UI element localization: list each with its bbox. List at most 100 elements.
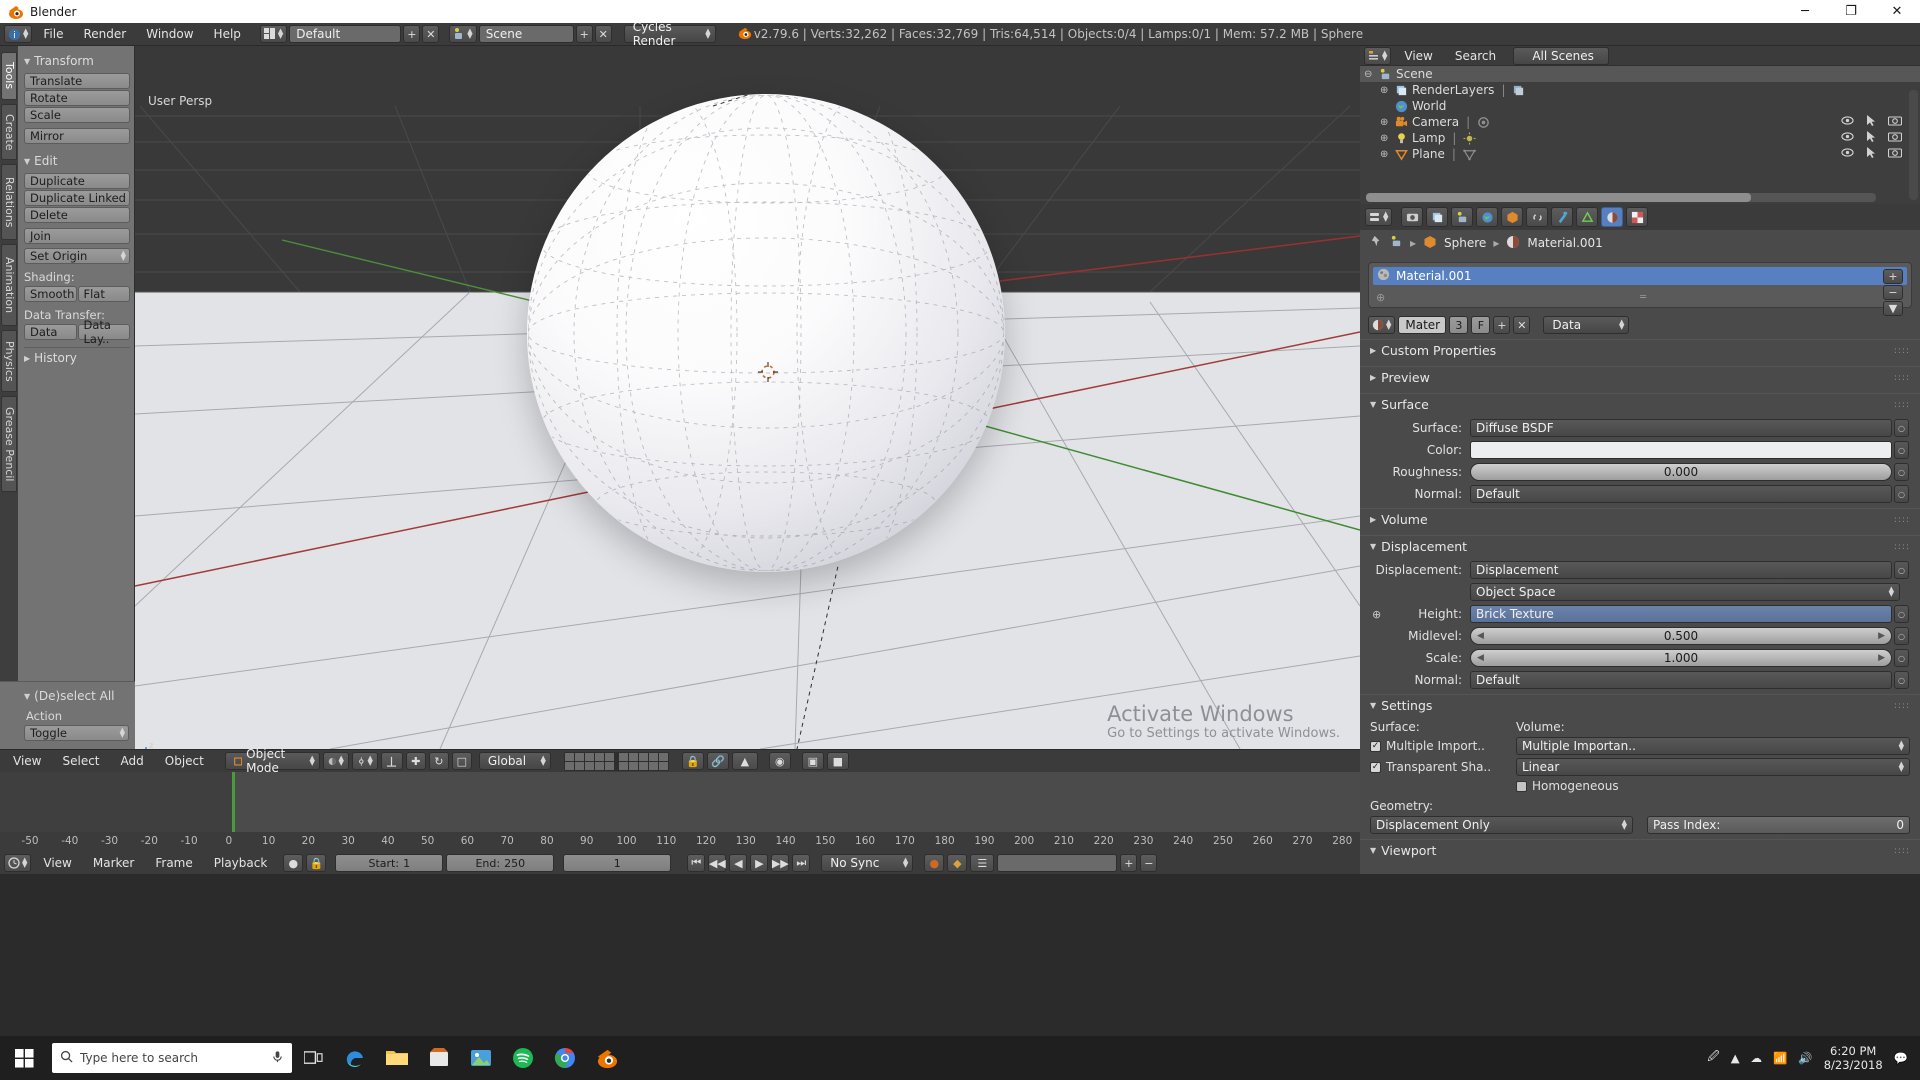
notification-icon[interactable]: 💬 xyxy=(1894,1051,1908,1065)
close-button[interactable]: ✕ xyxy=(1874,0,1920,23)
pass-index-field[interactable]: Pass Index: 0 xyxy=(1647,816,1910,834)
menu-help[interactable]: Help xyxy=(205,25,250,43)
displacement-normal-field[interactable]: Default ○ xyxy=(1470,671,1909,689)
outliner-menu-search[interactable]: Search xyxy=(1446,47,1505,65)
pen-icon[interactable]: 🖉 xyxy=(1707,1049,1719,1068)
material-link-dropdown[interactable]: Data ▲ ▼ xyxy=(1543,316,1630,334)
editor-type-selector[interactable]: i ▲ ▼ xyxy=(4,25,33,43)
slider-left-arrow-icon[interactable]: ◀ xyxy=(1477,653,1484,663)
vp-menu-object[interactable]: Object xyxy=(156,752,213,770)
properties-tab-material[interactable] xyxy=(1601,207,1624,227)
camera-render-icon[interactable] xyxy=(1887,115,1903,129)
transparent-shadows-toggle[interactable]: ✓ Transparent Sha.. xyxy=(1370,760,1502,774)
render-engine-dropdown[interactable]: Cycles Render ▲ ▼ xyxy=(623,20,716,48)
tooltab-physics[interactable]: Physics xyxy=(1,330,17,392)
windows-start-icon[interactable] xyxy=(0,1036,48,1080)
maximize-button[interactable]: ❐ xyxy=(1828,0,1874,23)
section-volume[interactable]: ▶ Volume :::: xyxy=(1360,508,1920,530)
outliner-vertical-scrollbar[interactable] xyxy=(1909,90,1918,200)
tl-menu-playback[interactable]: Playback xyxy=(205,854,277,872)
onedrive-icon[interactable]: ☁ xyxy=(1751,1051,1763,1065)
play-reverse-button[interactable]: ◀ xyxy=(729,854,748,872)
properties-tab-data[interactable] xyxy=(1576,207,1599,227)
store-icon[interactable] xyxy=(418,1036,460,1080)
displacement-field[interactable]: Displacement ○ xyxy=(1470,561,1909,579)
keying-set-field[interactable] xyxy=(997,854,1118,872)
tl-menu-marker[interactable]: Marker xyxy=(84,854,143,872)
transform-orientation-dropdown[interactable]: Global ▲ ▼ xyxy=(478,752,551,770)
checkbox-unchecked-icon[interactable] xyxy=(1516,780,1527,792)
outliner-row-plane[interactable]: ⊕ Plane | xyxy=(1360,146,1920,162)
screen-layout-remove-button[interactable]: ✕ xyxy=(422,25,440,43)
camera-render-icon[interactable] xyxy=(1887,131,1903,145)
section-displacement[interactable]: ▼ Displacement :::: xyxy=(1360,535,1920,557)
add-slot-icon[interactable]: ⊕ xyxy=(1376,291,1385,304)
file-explorer-icon[interactable] xyxy=(376,1036,418,1080)
end-frame-field[interactable]: End: 250 xyxy=(446,854,555,872)
slider-right-arrow-icon[interactable]: ▶ xyxy=(1878,653,1885,663)
outliner-horizontal-scrollbar[interactable] xyxy=(1366,193,1876,202)
delete-button[interactable]: Delete xyxy=(24,207,130,223)
set-origin-dropdown[interactable]: Set Origin ▲ ▼ xyxy=(24,248,130,264)
spotify-icon[interactable] xyxy=(502,1036,544,1080)
screen-layout-field[interactable]: Default xyxy=(289,25,402,43)
outliner-expander-icon[interactable]: ⊖ xyxy=(1364,69,1377,80)
edit-panel-header[interactable]: ▼ Edit xyxy=(24,154,130,168)
rotate-button[interactable]: Rotate xyxy=(24,90,130,106)
section-preview[interactable]: ▶ Preview :::: xyxy=(1360,366,1920,388)
link-socket-icon[interactable]: ○ xyxy=(1894,441,1909,459)
action-dropdown[interactable]: Toggle ▲ ▼ xyxy=(24,725,129,741)
prev-keyframe-button[interactable]: ◀◀ xyxy=(708,854,727,872)
record-icon[interactable]: ● xyxy=(283,854,304,872)
tl-menu-frame[interactable]: Frame xyxy=(146,854,201,872)
multiple-importance-volume-dropdown[interactable]: Multiple Importan.. ▲ ▼ xyxy=(1516,737,1910,755)
surface-shader-field[interactable]: Diffuse BSDF ○ xyxy=(1470,419,1909,437)
blender-icon[interactable] xyxy=(586,1036,628,1080)
scene-field[interactable]: Scene xyxy=(478,25,574,43)
properties-tab-world[interactable] xyxy=(1476,207,1499,227)
auto-keyframe-icon[interactable]: ● xyxy=(924,854,945,872)
remove-material-slot-button[interactable]: − xyxy=(1883,285,1903,300)
shade-flat-button[interactable]: Flat xyxy=(77,286,130,302)
checkbox-checked-icon[interactable]: ✓ xyxy=(1370,761,1381,773)
link-socket-icon[interactable]: ○ xyxy=(1894,419,1909,437)
keying-set-remove-button[interactable]: − xyxy=(1140,854,1158,872)
tooltab-tools[interactable]: Tools xyxy=(1,52,17,100)
section-custom-properties[interactable]: ▶ Custom Properties :::: xyxy=(1360,339,1920,361)
link-socket-icon[interactable]: ○ xyxy=(1894,463,1909,481)
properties-tab-modifiers[interactable] xyxy=(1551,207,1574,227)
duplicate-linked-button[interactable]: Duplicate Linked xyxy=(24,190,130,206)
breadcrumb-object-name[interactable]: Sphere xyxy=(1444,236,1486,250)
outliner-expander-icon[interactable]: ⊕ xyxy=(1380,149,1393,160)
outliner-expander-icon[interactable]: ⊕ xyxy=(1380,85,1393,96)
edge-icon[interactable] xyxy=(334,1036,376,1080)
outliner-row-renderlayers[interactable]: ⊕ RenderLayers | xyxy=(1360,82,1920,98)
checkbox-checked-icon[interactable]: ✓ xyxy=(1370,740,1381,752)
sync-mode-dropdown[interactable]: No Sync ▲ ▼ xyxy=(821,854,914,872)
manipulator-translate-icon[interactable]: ✚ xyxy=(405,752,426,770)
keying-set-add-button[interactable]: + xyxy=(1120,854,1138,872)
lamp-data-icon[interactable] xyxy=(1463,131,1476,145)
properties-tab-constraints[interactable] xyxy=(1526,207,1549,227)
vp-menu-view[interactable]: View xyxy=(4,752,50,770)
vp-menu-add[interactable]: Add xyxy=(112,752,153,770)
surface-roughness-slider[interactable]: 0.000 ○ xyxy=(1470,463,1909,481)
tooltab-animation[interactable]: Animation xyxy=(1,244,17,326)
magnet-icon[interactable]: 🔗 xyxy=(706,752,729,770)
camera-view-icon[interactable]: ■ xyxy=(826,752,849,770)
interaction-mode-dropdown[interactable]: Object Mode ▲ ▼ xyxy=(224,747,320,775)
menu-file[interactable]: File xyxy=(34,25,72,43)
pivot-point-dropdown[interactable]: ▲ ▼ xyxy=(351,752,378,770)
search-input[interactable]: Type here to search xyxy=(52,1043,292,1073)
node-expand-icon[interactable]: ⊕ xyxy=(1372,608,1381,621)
start-frame-field[interactable]: Start: 1 xyxy=(335,854,444,872)
properties-tab-scene[interactable] xyxy=(1451,207,1474,227)
pin-icon[interactable] xyxy=(1370,235,1383,251)
surface-color-swatch[interactable]: ○ xyxy=(1470,441,1909,459)
properties-tab-texture[interactable] xyxy=(1626,207,1649,227)
cursor-arrow-icon[interactable] xyxy=(1866,130,1876,146)
camera-data-icon[interactable] xyxy=(1477,116,1490,129)
outliner-row-scene[interactable]: ⊖ Scene xyxy=(1360,66,1920,82)
timeline-editor-type-icon[interactable]: ▲ ▼ xyxy=(4,854,32,872)
eye-icon[interactable] xyxy=(1841,115,1854,129)
